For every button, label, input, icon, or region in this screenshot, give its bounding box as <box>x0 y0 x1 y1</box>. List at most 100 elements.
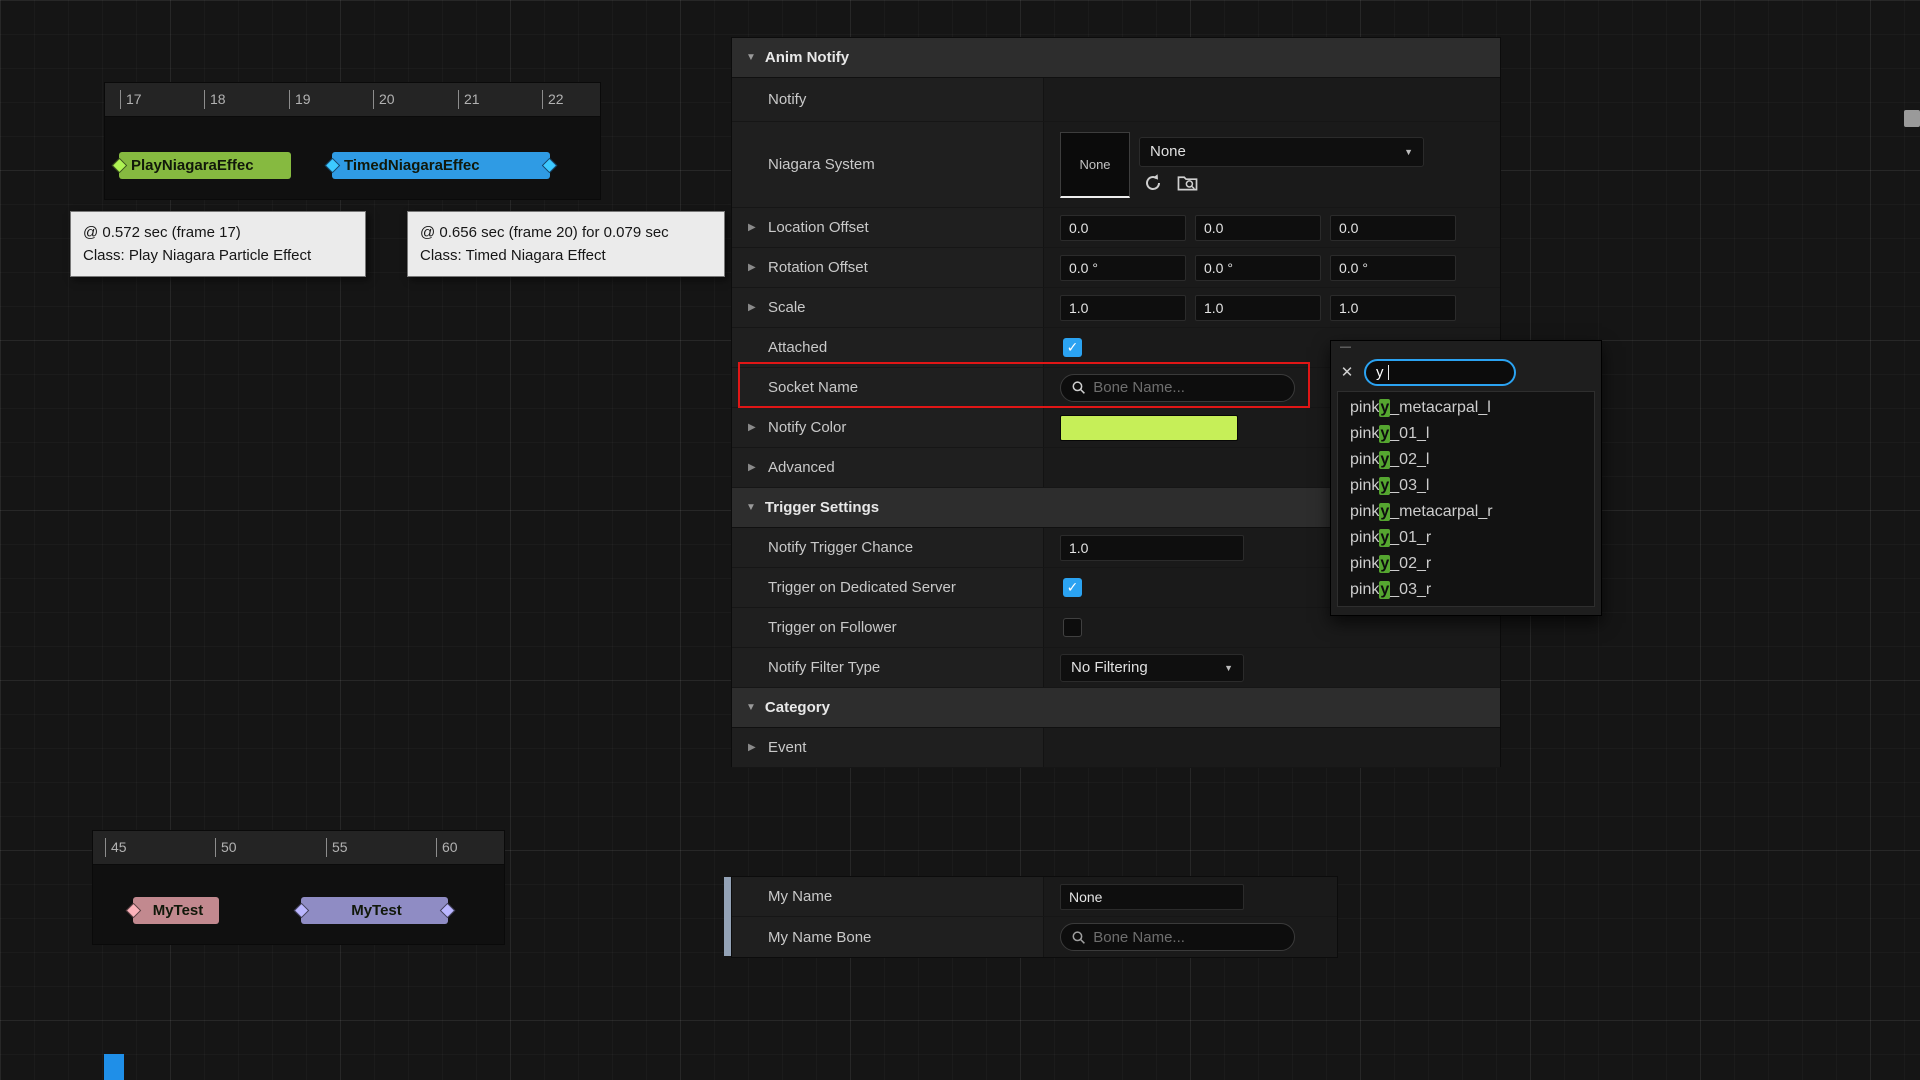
partial-notify-marker[interactable] <box>104 1054 124 1080</box>
row-label-cell: My Name <box>732 877 1044 916</box>
item-text: _metacarpal_r <box>1390 503 1492 521</box>
notify-diamond-icon[interactable] <box>112 158 128 174</box>
ruler-tick: 50 <box>215 838 237 857</box>
tick-mark <box>326 838 327 857</box>
notify-track-bottom: 45 50 55 60 MyTest MyTest <box>92 830 505 945</box>
section-header-category[interactable]: ▼ Category <box>732 688 1500 728</box>
location-y-input[interactable]: 0.0 <box>1195 215 1321 241</box>
row-label: Location Offset <box>768 219 869 236</box>
bone-list-item[interactable]: pinky_03_r <box>1338 577 1594 603</box>
item-text: _metacarpal_l <box>1390 399 1491 417</box>
notify-mytest-1[interactable]: MyTest <box>133 897 219 924</box>
collapse-arrow-icon[interactable]: ▼ <box>746 502 756 513</box>
notify-filter-type-dropdown[interactable]: No Filtering ▼ <box>1060 654 1244 682</box>
location-z-input[interactable]: 0.0 <box>1330 215 1456 241</box>
notify-duration-diamond-icon[interactable] <box>542 158 558 174</box>
location-x-input[interactable]: 0.0 <box>1060 215 1186 241</box>
row-label-cell: Socket Name <box>732 368 1044 407</box>
frame-number: 18 <box>210 92 226 106</box>
dedicated-server-checkbox[interactable]: ✓ <box>1063 578 1082 597</box>
scale-y-input[interactable]: 1.0 <box>1195 295 1321 321</box>
timeline-ruler-top[interactable]: 17 18 19 20 21 22 <box>105 83 600 117</box>
bone-list-item[interactable]: pinky_01_l <box>1338 421 1594 447</box>
bone-list-item[interactable]: pinky_metacarpal_l <box>1338 395 1594 421</box>
rotation-pitch-input[interactable]: 0.0 ° <box>1195 255 1321 281</box>
frame-number: 20 <box>379 92 395 106</box>
notify-diamond-icon[interactable] <box>126 903 142 919</box>
popup-search-row: ✕ <box>1331 356 1601 388</box>
tooltip-class-line: Class: Play Niagara Particle Effect <box>83 244 353 267</box>
my-name-bone-input[interactable] <box>1093 929 1284 946</box>
match-highlight: y <box>1379 399 1390 417</box>
niagara-system-dropdown[interactable]: None ▼ <box>1139 137 1424 167</box>
row-label-cell: Trigger on Dedicated Server <box>732 568 1044 607</box>
row-label: Niagara System <box>768 156 875 173</box>
row-label: Notify <box>768 91 806 108</box>
expander-arrow-icon[interactable]: ▶ <box>748 422 768 433</box>
notify-color-swatch[interactable] <box>1060 415 1238 441</box>
notify-timed-niagara-effect[interactable]: TimedNiagaraEffec <box>332 152 550 179</box>
bone-search-box[interactable] <box>1364 359 1516 386</box>
bone-list-item[interactable]: pinky_02_l <box>1338 447 1594 473</box>
tick-mark <box>215 838 216 857</box>
match-highlight: y <box>1379 581 1390 599</box>
row-niagara-system: Niagara System None None ▼ <box>732 122 1500 208</box>
row-label-cell: ▶Event <box>732 728 1044 767</box>
section-header-anim-notify[interactable]: ▼ Anim Notify <box>732 38 1500 78</box>
scale-z-input[interactable]: 1.0 <box>1330 295 1456 321</box>
tick-mark <box>204 90 205 109</box>
tick-mark <box>120 90 121 109</box>
row-event: ▶Event <box>732 728 1500 768</box>
row-value-cell: 0.0 0.0 0.0 <box>1044 208 1500 247</box>
bone-search-input[interactable] <box>1376 364 1504 381</box>
scrollbar-thumb[interactable] <box>1904 110 1920 127</box>
notify-trigger-chance-input[interactable]: 1.0 <box>1060 535 1244 561</box>
my-name-bone-search-box[interactable] <box>1060 923 1295 951</box>
use-selected-asset-icon[interactable] <box>1143 173 1163 193</box>
frame-number: 50 <box>221 840 237 854</box>
clear-search-icon[interactable]: ✕ <box>1339 363 1355 381</box>
row-value-cell: None <box>1044 877 1337 916</box>
collapse-arrow-icon[interactable]: ▼ <box>746 702 756 713</box>
attached-checkbox[interactable]: ✓ <box>1063 338 1082 357</box>
socket-name-input[interactable] <box>1093 379 1284 396</box>
niagara-asset-thumbnail[interactable]: None <box>1060 132 1130 198</box>
frame-number: 45 <box>111 840 127 854</box>
chevron-down-icon: ▼ <box>1404 147 1413 157</box>
row-label: My Name Bone <box>768 929 871 946</box>
rotation-yaw-input[interactable]: 0.0 ° <box>1330 255 1456 281</box>
collapse-arrow-icon[interactable]: ▼ <box>746 52 756 63</box>
frame-number: 22 <box>548 92 564 106</box>
notify-label: PlayNiagaraEffec <box>131 157 283 174</box>
expander-arrow-icon[interactable]: ▶ <box>748 462 768 473</box>
socket-name-search-box[interactable] <box>1060 374 1295 402</box>
expander-arrow-icon[interactable]: ▶ <box>748 262 768 273</box>
item-text: _02_l <box>1390 451 1429 469</box>
section-title: Anim Notify <box>765 49 849 66</box>
item-text: pink <box>1350 503 1379 521</box>
bone-list-item[interactable]: pinky_03_l <box>1338 473 1594 499</box>
row-label: Notify Trigger Chance <box>768 539 913 556</box>
row-label: Trigger on Follower <box>768 619 897 636</box>
bone-list-item[interactable]: pinky_01_r <box>1338 525 1594 551</box>
my-name-input[interactable]: None <box>1060 884 1244 910</box>
notify-diamond-icon[interactable] <box>294 903 310 919</box>
row-rotation-offset: ▶Rotation Offset 0.0 ° 0.0 ° 0.0 ° <box>732 248 1500 288</box>
notify-play-niagara-effect[interactable]: PlayNiagaraEffec <box>119 152 291 179</box>
browse-to-asset-icon[interactable] <box>1177 173 1198 192</box>
follower-checkbox[interactable] <box>1063 618 1082 637</box>
notify-track-area[interactable]: MyTest MyTest <box>93 865 504 945</box>
expander-arrow-icon[interactable]: ▶ <box>748 222 768 233</box>
notify-mytest-2[interactable]: MyTest <box>301 897 448 924</box>
scale-x-input[interactable]: 1.0 <box>1060 295 1186 321</box>
rotation-roll-input[interactable]: 0.0 ° <box>1060 255 1186 281</box>
notify-duration-diamond-icon[interactable] <box>440 903 456 919</box>
dropdown-value: None <box>1150 143 1186 160</box>
expander-arrow-icon[interactable]: ▶ <box>748 742 768 753</box>
notify-diamond-icon[interactable] <box>325 158 341 174</box>
bone-list-item[interactable]: pinky_02_r <box>1338 551 1594 577</box>
notify-track-area[interactable]: PlayNiagaraEffec TimedNiagaraEffec <box>105 117 600 201</box>
bone-list-item[interactable]: pinky_metacarpal_r <box>1338 499 1594 525</box>
expander-arrow-icon[interactable]: ▶ <box>748 302 768 313</box>
timeline-ruler-bottom[interactable]: 45 50 55 60 <box>93 831 504 865</box>
